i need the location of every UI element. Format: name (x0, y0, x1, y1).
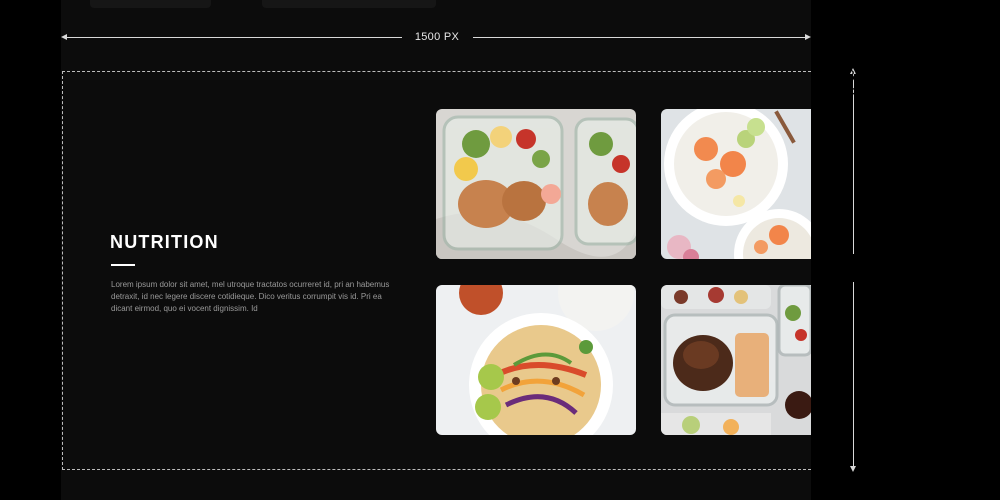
section-body-text: Lorem ipsum dolor sit amet, mel utroque … (111, 280, 390, 313)
chicken-meal-prep-image (661, 285, 811, 435)
top-tab-right (262, 0, 436, 8)
width-dimension-guide: 1500 PX (61, 30, 811, 44)
guide-line (65, 37, 402, 38)
meal-prep-salmon-image (436, 109, 636, 259)
gallery-image-meal-prep-salmon[interactable] (436, 109, 636, 259)
width-label: 1500 PX (414, 31, 460, 43)
gallery-image-poke-bowls[interactable] (661, 109, 811, 259)
gallery-image-noodle-salad[interactable] (436, 285, 636, 435)
arrow-right-icon (805, 34, 811, 40)
top-tab-left (90, 0, 211, 8)
noodle-salad-image (436, 285, 636, 435)
poke-bowl-image (661, 109, 811, 259)
gallery-image-chicken-meal-prep[interactable] (661, 285, 811, 435)
height-label: 800 PX (846, 68, 873, 103)
guide-line (473, 37, 807, 38)
section-title: NUTRITION (110, 232, 219, 252)
title-underline (111, 264, 135, 266)
